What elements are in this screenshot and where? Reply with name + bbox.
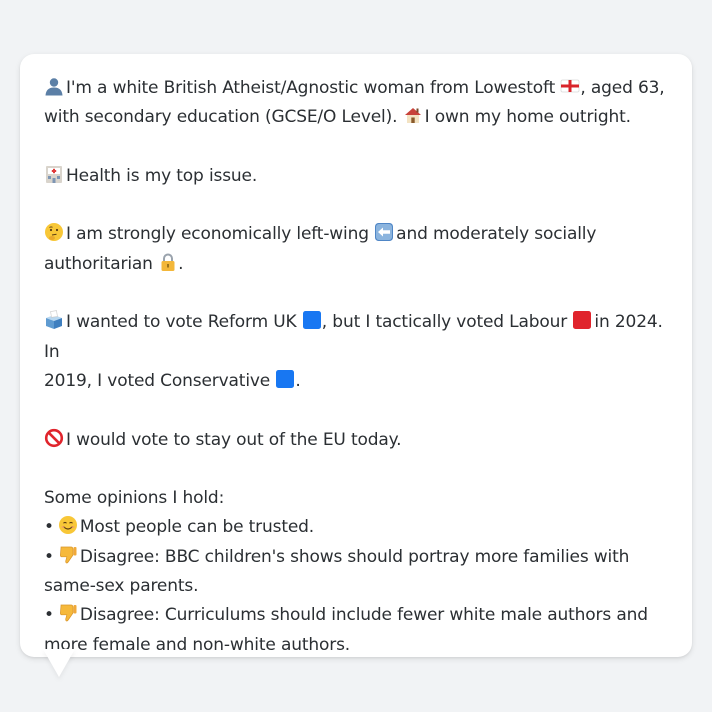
intro-paragraph: I'm a white British Atheist/Agnostic wom… bbox=[44, 74, 668, 133]
thinking-face-icon bbox=[45, 223, 63, 242]
prohibited-icon bbox=[44, 428, 64, 447]
politics-economic: I am strongly economically left-wing bbox=[66, 224, 369, 245]
bullet: • bbox=[44, 546, 54, 567]
intro-home: I own my home outright. bbox=[424, 107, 631, 128]
opinion-item: • Disagree: BBC children's shows should p… bbox=[44, 543, 668, 602]
opinion-item: • Disagree: Curriculums should include fe… bbox=[44, 601, 668, 660]
health-text: Health is my top issue. bbox=[66, 165, 258, 186]
page-canvas: I'm a white British Atheist/Agnostic wom… bbox=[0, 0, 712, 712]
thumbs-down-icon bbox=[59, 546, 77, 564]
person-silhouette-icon bbox=[45, 78, 63, 96]
vote-2019: 2019, I voted Conservative bbox=[44, 370, 271, 391]
eu-text: I would vote to stay out of the EU today… bbox=[66, 429, 402, 450]
health-paragraph: Health is my top issue. bbox=[44, 162, 668, 191]
blue-square-icon bbox=[302, 311, 321, 330]
vote-tactical: , but I tactically voted Labour bbox=[321, 312, 568, 333]
opinion-text-continued: same-sex parents. bbox=[44, 576, 199, 597]
blue-square-icon bbox=[276, 369, 295, 388]
intro-education: with secondary education (GCSE/O Level). bbox=[44, 107, 398, 128]
left-arrow-icon bbox=[375, 223, 394, 242]
bullet: • bbox=[44, 605, 54, 626]
opinions-heading: Some opinions I hold: bbox=[44, 488, 225, 509]
house-icon bbox=[404, 108, 421, 124]
opinion-item: • Most people can be trusted. bbox=[44, 513, 668, 542]
eu-paragraph: I would vote to stay out of the EU today… bbox=[44, 426, 668, 455]
ballot-box-icon bbox=[46, 310, 62, 330]
intro-age: , aged 63, bbox=[580, 78, 665, 98]
bubble-tail bbox=[43, 649, 75, 677]
lock-icon bbox=[161, 253, 175, 271]
smile-icon bbox=[58, 516, 77, 535]
hospital-icon bbox=[46, 165, 62, 183]
politics-period: . bbox=[178, 253, 184, 274]
chat-message-bubble: I'm a white British Atheist/Agnostic wom… bbox=[20, 54, 692, 657]
red-square-icon bbox=[573, 311, 592, 330]
opinion-text-continued: more female and non-white authors. bbox=[44, 634, 351, 655]
opinion-text: Most people can be trusted. bbox=[79, 517, 315, 538]
intro-line-1: I'm a white British Atheist/Agnostic wom… bbox=[66, 78, 556, 98]
vote-period: . bbox=[295, 370, 301, 391]
vote-wanted: I wanted to vote Reform UK bbox=[66, 312, 297, 333]
england-flag-icon bbox=[560, 79, 580, 93]
bullet: • bbox=[44, 517, 54, 538]
politics-social: and moderately socially bbox=[396, 224, 597, 245]
politics-paragraph: I am strongly economically left-wing and… bbox=[44, 220, 668, 279]
vote-paragraph: I wanted to vote Reform UK , but I tacti… bbox=[44, 308, 668, 396]
opinion-text: Disagree: BBC children's shows should po… bbox=[79, 546, 630, 567]
opinion-text: Disagree: Curriculums should include few… bbox=[79, 605, 648, 626]
thumbs-down-icon bbox=[59, 604, 77, 622]
politics-authoritarian: authoritarian bbox=[44, 253, 153, 274]
